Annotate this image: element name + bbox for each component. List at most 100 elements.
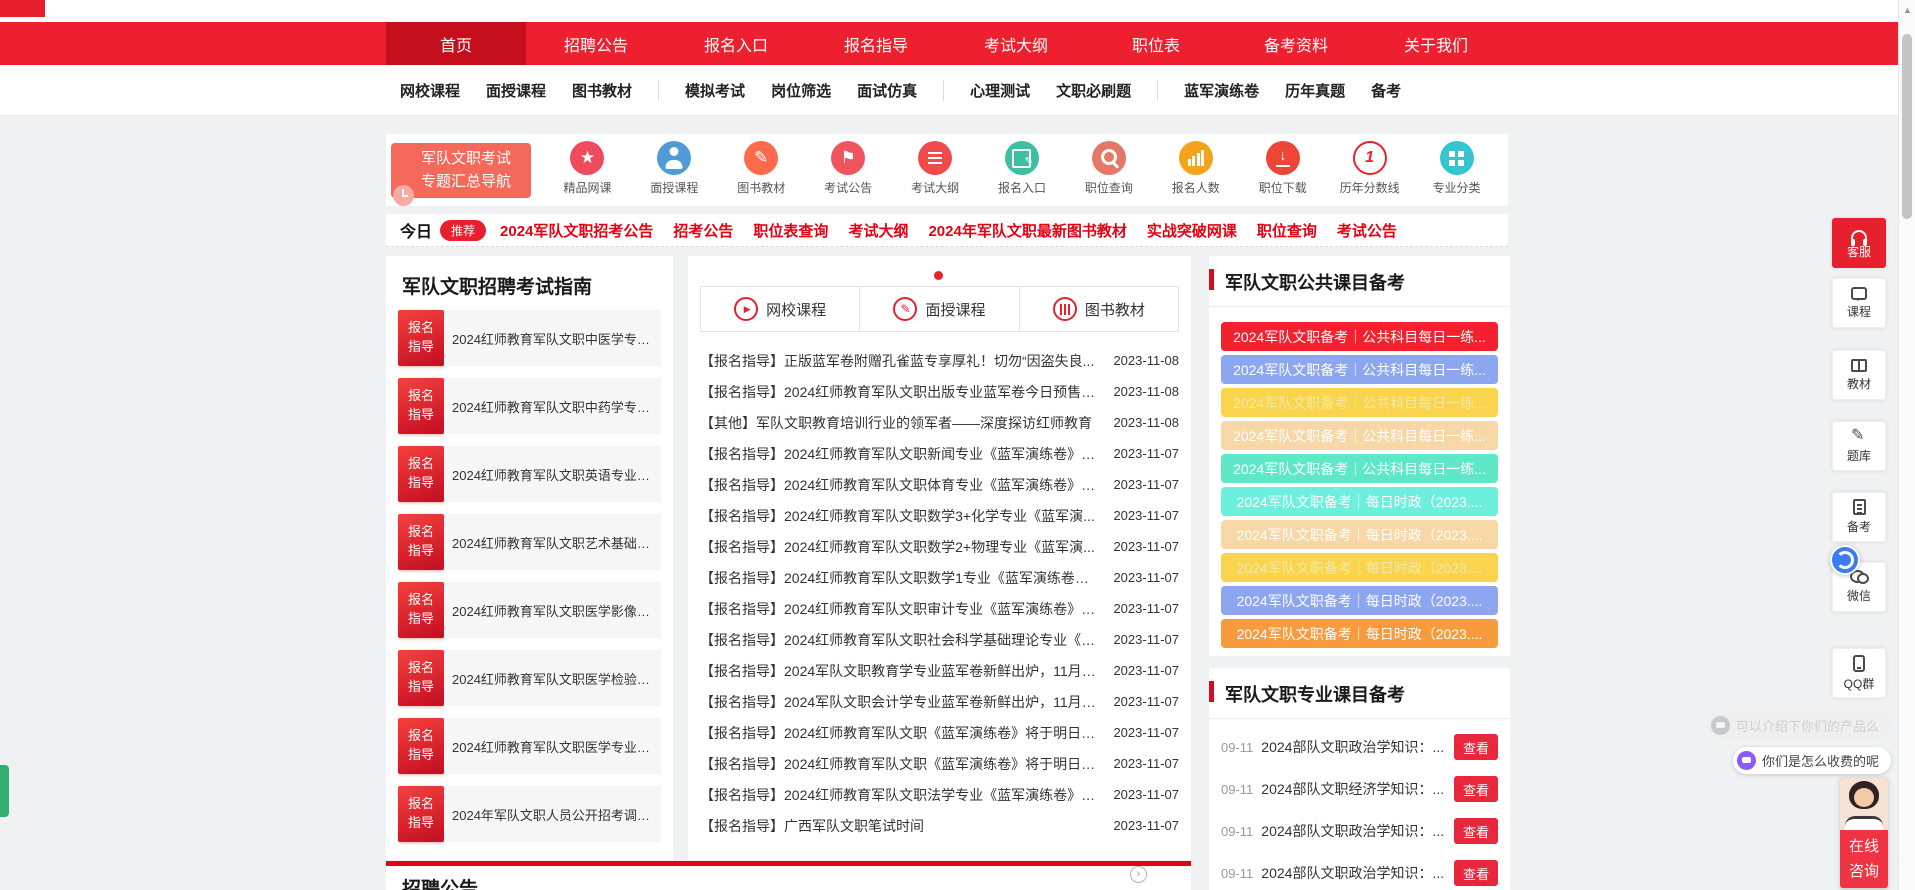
public-subject-button[interactable]: 2024军队文职备考｜公共科目每日一练... [1221,322,1498,351]
today-link[interactable]: 2024年军队文职最新图书教材 [928,220,1126,241]
quick-nav-item[interactable]: 报名入口 [979,141,1066,196]
public-subject-button[interactable]: 2024军队文职备考｜公共科目每日一练... [1221,454,1498,483]
quick-nav-item[interactable]: 历年分数线 [1326,141,1413,196]
news-row[interactable]: 【报名指导】2024红师教育军队文职出版专业蓝军卷今日预售，... 2023-1… [700,376,1179,407]
public-subject-button[interactable]: 2024军队文职备考｜每日时政（2023.... [1221,586,1498,615]
news-row[interactable]: 【报名指导】2024红师教育军队文职法学专业《蓝军演练卷》将... 2023-1… [700,779,1179,810]
subnav-item[interactable]: 蓝军演练卷 [1184,80,1259,101]
public-subject-button[interactable]: 2024军队文职备考｜公共科目每日一练... [1221,355,1498,384]
news-row[interactable]: 【报名指导】2024红师教育军队文职新闻专业《蓝军演练卷》将... 2023-1… [700,438,1179,469]
nav-item[interactable]: 报名指导 [806,22,946,65]
news-row[interactable]: 【报名指导】广西军队文职笔试时间 2023-11-07 [700,810,1179,841]
quick-nav-item[interactable]: 精品网课 [544,141,631,196]
public-subject-button[interactable]: 2024军队文职备考｜每日时政（2023.... [1221,520,1498,549]
news-row[interactable]: 【报名指导】2024红师教育军队文职《蓝军演练卷》将于明日预... 2023-1… [700,748,1179,779]
quick-nav-icon [1353,141,1387,175]
news-row[interactable]: 【报名指导】2024红师教育军队文职数学2+物理专业《蓝军演... 2023-1… [700,531,1179,562]
subnav-item[interactable]: 网校课程 [400,80,460,101]
guide-list-item[interactable]: 报名 指导 2024年军队文职人员公开招考调整... [398,786,661,842]
news-row[interactable]: 【报名指导】正版蓝军卷附赠孔雀蓝专享厚礼！切勿“因盗失良... 2023-11-… [700,345,1179,376]
more-icon[interactable]: › [1130,866,1147,883]
scrollbar-thumb[interactable] [1902,34,1912,219]
recruit-announcement-section: 招聘公告 [386,861,1191,890]
quick-nav-item[interactable]: 面授课程 [631,141,718,196]
news-tab[interactable]: 面授课程 [860,287,1019,331]
view-button[interactable]: 查看 [1454,776,1498,802]
nav-item[interactable]: 职位表 [1086,22,1226,65]
view-button[interactable]: 查看 [1454,734,1498,760]
guide-list-item[interactable]: 报名 指导 2024红师教育军队文职中药学专业... [398,378,661,434]
news-row[interactable]: 【报名指导】2024红师教育军队文职《蓝军演练卷》将于明日预... 2023-1… [700,717,1179,748]
quick-nav-item[interactable]: 报名人数 [1152,141,1239,196]
rail-button[interactable]: 教材 [1832,350,1886,400]
scrollbar-up-icon[interactable]: ▲ [1903,5,1912,15]
public-subject-button[interactable]: 2024军队文职备考｜每日时政（2023.... [1221,487,1498,516]
subnav-item[interactable]: 面试仿真 [857,80,944,101]
news-row[interactable]: 【报名指导】2024红师教育军队文职体育专业《蓝军演练卷》将... 2023-1… [700,469,1179,500]
nav-item[interactable]: 招聘公告 [526,22,666,65]
rail-button[interactable]: 课程 [1832,278,1886,328]
view-button[interactable]: 查看 [1454,818,1498,844]
recommend-badge[interactable]: 推荐 [440,220,486,241]
subnav-item[interactable]: 模拟考试 [685,80,745,101]
subnav-item[interactable]: 图书教材 [572,80,659,101]
nav-item[interactable]: 首页 [386,22,526,65]
chat-bubble[interactable]: 你们是怎么收费的呢 [1733,747,1891,774]
guide-list-item[interactable]: 报名 指导 2024红师教育军队文职医学检验技... [398,650,661,706]
guide-list-item[interactable]: 报名 指导 2024红师教育军队文职医学影像技... [398,582,661,638]
rail-button[interactable]: 备考 [1832,492,1886,542]
public-subject-button[interactable]: 2024军队文职备考｜每日时政（2023.... [1221,619,1498,648]
rail-button[interactable]: QQ群 [1832,648,1886,698]
nav-item[interactable]: 关于我们 [1366,22,1506,65]
rail-button[interactable]: 题库 [1832,421,1886,471]
news-row[interactable]: 【报名指导】2024红师教育军队文职数学1专业《蓝军演练卷》... 2023-1… [700,562,1179,593]
subnav-item[interactable]: 心理测试 [970,80,1030,101]
nav-item[interactable]: 报名入口 [666,22,806,65]
news-row[interactable]: 【其他】军队文职教育培训行业的领军者——深度探访红师教育 2023-11-08 [700,407,1179,438]
subnav-item[interactable]: 文职必刷题 [1056,80,1158,101]
nav-item[interactable]: 备考资料 [1226,22,1366,65]
news-row[interactable]: 【报名指导】2024红师教育军队文职审计专业《蓝军演练卷》将... 2023-1… [700,593,1179,624]
public-subject-button[interactable]: 2024军队文职备考｜公共科目每日一练... [1221,421,1498,450]
today-link[interactable]: 考试大纲 [848,220,908,241]
online-consult-widget[interactable]: 在线 咨询 [1840,778,1888,888]
news-row[interactable]: 【报名指导】2024军队文职会计学专业蓝军卷新鲜出炉，11月8... 2023-… [700,686,1179,717]
today-link[interactable]: 职位查询 [1257,220,1317,241]
chat-bubble-icon [1737,751,1756,770]
quick-nav-item[interactable]: 考试大纲 [892,141,979,196]
today-link[interactable]: 招考公告 [673,220,733,241]
subnav-item[interactable]: 备考 [1371,80,1401,101]
news-row[interactable]: 【报名指导】2024红师教育军队文职社会科学基础理论专业《蓝... 2023-1… [700,624,1179,655]
public-subject-button[interactable]: 2024军队文职备考｜每日时政（2023.... [1221,553,1498,582]
news-tab[interactable]: 网校课程 [701,287,860,331]
today-link[interactable]: 考试公告 [1337,220,1397,241]
view-button[interactable]: 查看 [1454,860,1498,886]
public-subject-button[interactable]: 2024军队文职备考｜公共科目每日一练... [1221,388,1498,417]
quick-nav-item[interactable]: 图书教材 [718,141,805,196]
subnav-item[interactable]: 面授课程 [486,80,546,101]
news-tab[interactable]: 图书教材 [1020,287,1178,331]
quick-nav-item[interactable]: 专业分类 [1413,141,1500,196]
slider-dot-icon[interactable] [934,271,943,280]
quick-nav-item[interactable]: 考试公告 [805,141,892,196]
news-row[interactable]: 【报名指导】2024军队文职教育学专业蓝军卷新鲜出炉，11月8... 2023-… [700,655,1179,686]
left-edge-widget[interactable] [0,765,9,817]
guide-list-item[interactable]: 报名 指导 2024红师教育军队文职中医学专业... [398,310,661,366]
subnav-item[interactable]: 岗位筛选 [771,80,831,101]
guide-list-item[interactable]: 报名 指导 2024红师教育军队文职英语专业《... [398,446,661,502]
today-link[interactable]: 2024军队文职招考公告 [500,220,653,241]
quick-nav-badge[interactable]: 军队文职考试 专题汇总导航 [391,143,531,198]
guide-list-item[interactable]: 报名 指导 2024红师教育军队文职医学专业《... [398,718,661,774]
today-link[interactable]: 实战突破网课 [1147,220,1237,241]
guide-list-item[interactable]: 报名 指导 2024红师教育军队文职艺术基础综... [398,514,661,570]
subnav-item[interactable]: 历年真题 [1285,80,1345,101]
news-row[interactable]: 【报名指导】2024红师教育军队文职数学3+化学专业《蓝军演... 2023-1… [700,500,1179,531]
rail-button[interactable]: 客服 [1832,218,1886,268]
chat-bubble[interactable]: 可以介绍下你们的产品么 [1707,712,1891,739]
nav-item[interactable]: 考试大纲 [946,22,1086,65]
scrollbar[interactable]: ▲ [1898,0,1915,890]
floating-blue-badge-icon[interactable] [1830,545,1860,575]
today-link[interactable]: 职位表查询 [753,220,828,241]
quick-nav-item[interactable]: 职位下载 [1239,141,1326,196]
quick-nav-item[interactable]: 职位查询 [1065,141,1152,196]
